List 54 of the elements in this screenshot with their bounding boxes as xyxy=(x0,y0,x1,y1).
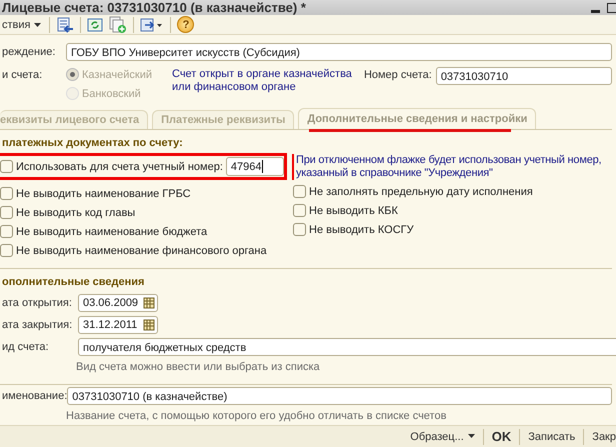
radio-label: Банковский xyxy=(82,88,141,100)
field-label: ата закрытия: xyxy=(1,319,74,332)
checkbox-label: Не заполнять предельную дату исполнения xyxy=(309,186,533,198)
field-label: реждение: xyxy=(1,46,56,58)
field-label: ата открытия: xyxy=(1,297,73,310)
checkbox[interactable] xyxy=(293,185,306,198)
calendar-icon[interactable] xyxy=(143,297,155,310)
info-note: Счет открыт в органе казначейства или финансовом органе xyxy=(172,67,352,94)
checkbox[interactable] xyxy=(0,244,13,258)
help-icon[interactable]: ? xyxy=(177,16,194,34)
name-field[interactable]: 03731030710 (в казначействе) xyxy=(67,387,612,406)
checkbox-label: Не выводить наименование финансового органа xyxy=(16,244,267,257)
maximize-icon[interactable] xyxy=(606,2,616,14)
checkbox-label: Не выводить наименование бюджета xyxy=(16,226,208,238)
checkbox-label: Использовать для счета учетный номер: xyxy=(16,160,223,173)
field-label: Номер счета: xyxy=(362,68,432,82)
caret-icon xyxy=(468,434,475,440)
checkbox[interactable] xyxy=(293,204,306,218)
section-title: платежных документах по счету: xyxy=(1,137,184,152)
section-title: ополнительные сведения xyxy=(1,276,146,290)
date-field[interactable]: 31.12.2011 xyxy=(78,316,158,334)
checkbox-label: Не выводить код главы xyxy=(16,206,136,219)
field-label: именование: xyxy=(1,390,68,402)
copy-add-icon[interactable] xyxy=(109,16,128,34)
info-note: При отключенном флажке будет использован учетный номер, указанный в справочнике "Учреждения" xyxy=(292,154,612,180)
institution-field[interactable]: ГОБУ ВПО Университет искусств (Субсидия) xyxy=(66,43,612,62)
field-hint: Вид счета можно ввести или выбрать из списка xyxy=(75,360,321,376)
account-kind-field[interactable]: получателя бюджетных средств xyxy=(78,338,616,356)
footer-button[interactable]: OK xyxy=(484,429,520,444)
checkbox[interactable] xyxy=(293,223,306,236)
account-number-field[interactable]: 03731030710 xyxy=(436,67,612,86)
radio-label: Казначейский xyxy=(82,68,152,81)
refresh-icon[interactable] xyxy=(87,16,104,33)
document-arrow-icon[interactable] xyxy=(56,16,74,33)
footer-button[interactable]: Образец... xyxy=(402,430,483,443)
number-input[interactable]: 47964 xyxy=(226,157,284,176)
checkbox-label: Не выводить КОСГУ xyxy=(309,224,414,236)
field-label: ид счета: xyxy=(1,341,50,354)
export-dropdown-icon[interactable] xyxy=(140,16,164,33)
footer-button[interactable]: Закр xyxy=(584,430,616,443)
field-label: и счета: xyxy=(1,68,44,82)
checkbox[interactable] xyxy=(0,187,13,200)
window-title: Лицевые счета: 03731030710 (в казначействе) * xyxy=(1,0,307,16)
checkbox-label: Не выводить КБК xyxy=(309,204,398,217)
checkbox[interactable] xyxy=(0,225,13,238)
footer-button[interactable]: Записать xyxy=(520,430,584,443)
field-hint: Название счета, с помощью которого его удобно отличать в списке счетов xyxy=(65,409,448,424)
checkbox-label: Не выводить наименование ГРБС xyxy=(16,188,191,200)
date-field[interactable]: 03.06.2009 xyxy=(78,294,158,312)
calendar-icon[interactable] xyxy=(143,319,155,332)
caret-icon xyxy=(34,22,42,28)
checkbox[interactable] xyxy=(0,206,13,220)
checkbox[interactable] xyxy=(0,160,13,174)
actions-menu[interactable]: ствия xyxy=(0,18,44,31)
